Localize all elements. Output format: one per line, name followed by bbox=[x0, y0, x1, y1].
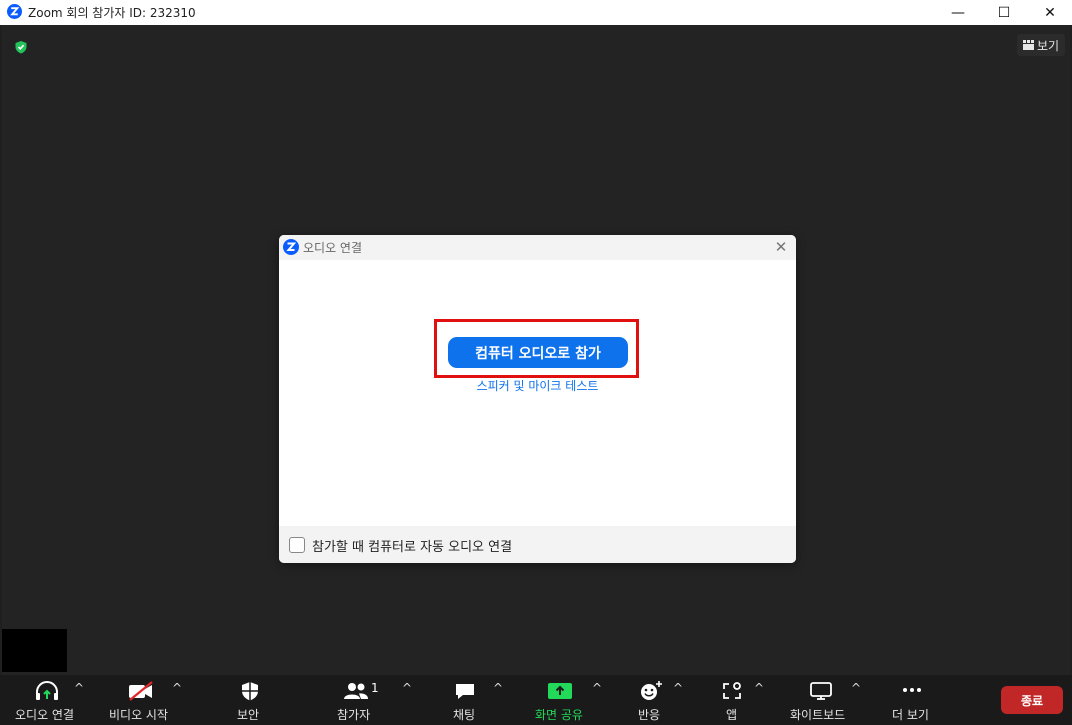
toolbar-security-label: 보안 bbox=[237, 708, 260, 722]
dialog-close-icon[interactable]: ✕ bbox=[771, 237, 791, 257]
share-screen-icon bbox=[548, 683, 572, 699]
participant-count: 1 bbox=[371, 681, 379, 695]
audio-options-chevron-up-icon[interactable]: ^ bbox=[74, 681, 84, 695]
reaction-icon bbox=[641, 681, 662, 700]
chat-options-chevron-up-icon[interactable]: ^ bbox=[493, 681, 503, 695]
highlight-box bbox=[434, 319, 639, 378]
zoom-logo-icon bbox=[7, 4, 22, 19]
dialog-title: 오디오 연결 bbox=[303, 241, 363, 255]
participants-options-chevron-up-icon[interactable]: ^ bbox=[402, 681, 412, 695]
view-button[interactable]: 보기 bbox=[1017, 34, 1065, 56]
video-off-icon bbox=[129, 681, 153, 701]
self-video-thumbnail[interactable] bbox=[2, 629, 67, 672]
toolbar-participants-label: 참가자 bbox=[337, 708, 371, 722]
dialog-header: 오디오 연결 ✕ bbox=[279, 235, 796, 260]
toolbar-video-label: 비디오 시작 bbox=[109, 708, 169, 722]
toolbar-chat-button[interactable]: 채팅 bbox=[445, 675, 487, 725]
toolbar-more-button[interactable]: 더 보기 bbox=[888, 675, 936, 725]
toolbar-participants-button[interactable]: 1 참가자 bbox=[330, 675, 385, 725]
toolbar-share-screen-button[interactable]: 화면 공유 bbox=[530, 675, 590, 725]
toolbar-apps-label: 앱 bbox=[726, 708, 738, 722]
toolbar-security-button[interactable]: 보안 bbox=[225, 675, 275, 725]
auto-join-audio-label[interactable]: 참가할 때 컴퓨터로 자동 오디오 연결 bbox=[312, 536, 512, 555]
close-window-button[interactable]: ✕ bbox=[1027, 0, 1072, 25]
apps-options-chevron-up-icon[interactable]: ^ bbox=[754, 681, 764, 695]
dialog-footer: 참가할 때 컴퓨터로 자동 오디오 연결 bbox=[279, 526, 796, 563]
toolbar-more-label: 더 보기 bbox=[892, 708, 929, 722]
toolbar-reactions-label: 반응 bbox=[638, 708, 661, 722]
view-label: 보기 bbox=[1036, 38, 1060, 53]
maximize-button[interactable]: ☐ bbox=[981, 0, 1027, 25]
toolbar-share-screen-label: 화면 공유 bbox=[535, 708, 583, 722]
test-speaker-mic-link[interactable]: 스피커 및 마이크 테스트 bbox=[279, 377, 796, 394]
grid-view-icon bbox=[1022, 40, 1034, 50]
share-options-chevron-up-icon[interactable]: ^ bbox=[592, 681, 602, 695]
encryption-shield-icon[interactable] bbox=[14, 40, 28, 54]
audio-connect-dialog: 오디오 연결 ✕ 컴퓨터 오디오로 참가 스피커 및 마이크 테스트 참가할 때… bbox=[279, 235, 796, 563]
reactions-options-chevron-up-icon[interactable]: ^ bbox=[673, 681, 683, 695]
zoom-logo-icon bbox=[283, 239, 299, 255]
chat-icon bbox=[456, 684, 474, 699]
apps-icon bbox=[723, 682, 741, 699]
toolbar-video-button[interactable]: 비디오 시작 bbox=[105, 675, 180, 725]
participants-icon bbox=[344, 683, 368, 699]
toolbar-reactions-button[interactable]: 반응 bbox=[630, 675, 672, 725]
minimize-button[interactable]: — bbox=[935, 0, 981, 25]
end-meeting-button[interactable]: 종료 bbox=[1001, 686, 1063, 714]
video-options-chevron-up-icon[interactable]: ^ bbox=[172, 681, 182, 695]
whiteboard-options-chevron-up-icon[interactable]: ^ bbox=[851, 681, 861, 695]
toolbar-whiteboard-button[interactable]: 화이트보드 bbox=[788, 675, 854, 725]
meeting-toolbar: 오디오 연결 ^ 비디오 시작 ^ 보안 1 참가자 ^ 채팅 ^ 화면 공유 … bbox=[0, 675, 1072, 725]
more-icon bbox=[903, 688, 921, 692]
auto-join-audio-checkbox[interactable] bbox=[289, 537, 305, 553]
toolbar-audio-label: 오디오 연결 bbox=[15, 708, 75, 722]
window-title: Zoom 회의 참가자 ID: 232310 bbox=[28, 6, 196, 20]
window-title-bar: Zoom 회의 참가자 ID: 232310 — ☐ ✕ bbox=[0, 0, 1072, 25]
headphone-icon bbox=[36, 681, 58, 700]
toolbar-apps-button[interactable]: 앱 bbox=[715, 675, 749, 725]
toolbar-whiteboard-label: 화이트보드 bbox=[790, 708, 846, 722]
shield-icon bbox=[242, 682, 258, 701]
whiteboard-icon bbox=[810, 682, 832, 700]
toolbar-chat-label: 채팅 bbox=[453, 708, 476, 722]
